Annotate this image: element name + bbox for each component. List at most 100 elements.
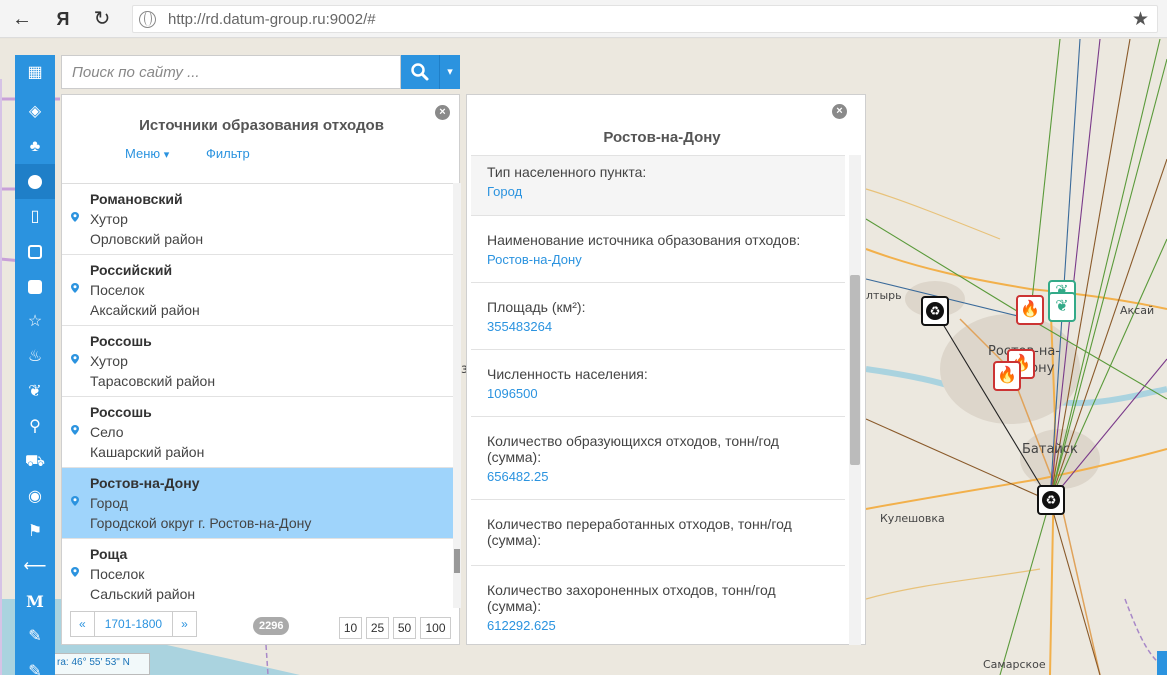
- map-pin-icon: [71, 567, 79, 577]
- search-button[interactable]: [401, 55, 439, 89]
- map-label-kuleshovka: Кулешовка: [880, 512, 945, 525]
- map-pin-icon[interactable]: ⚲: [15, 409, 55, 444]
- search-input[interactable]: Поиск по сайту ...: [61, 55, 401, 89]
- page-size-100[interactable]: 100: [420, 617, 451, 639]
- bookmark-star-icon[interactable]: ★: [1132, 8, 1149, 31]
- recycle-marker-icon[interactable]: ♻: [921, 296, 949, 326]
- back-icon[interactable]: ←: [9, 6, 35, 32]
- item-district: Аксайский район: [90, 302, 200, 318]
- item-district: Орловский район: [90, 231, 204, 247]
- field-label: Количество переработанных отходов, тонн/…: [487, 516, 792, 548]
- pagination: «1701-1800»: [70, 611, 197, 637]
- field-value: 1096500: [487, 386, 538, 401]
- edit-icon[interactable]: ✎: [15, 619, 55, 654]
- yandex-icon[interactable]: Я: [50, 6, 76, 32]
- item-name: Ростов-на-Дону: [90, 475, 200, 491]
- globe-icon: [139, 11, 156, 28]
- item-type: Село: [90, 424, 124, 440]
- detail-field: Наименование источника образования отход…: [471, 216, 845, 283]
- chevron-down-icon: ▾: [447, 66, 453, 78]
- details-panel: × Ростов-на-Дону Тип населенного пункта:…: [466, 94, 866, 645]
- page-size-50[interactable]: 50: [393, 617, 416, 639]
- square-outline-icon[interactable]: [15, 234, 55, 269]
- map-pin-icon: [71, 354, 79, 364]
- item-type: Поселок: [90, 566, 145, 582]
- trash-icon[interactable]: ▯: [15, 199, 55, 234]
- list-item[interactable]: Российский Поселок Аксайский район: [62, 255, 453, 326]
- map-pin-icon: [71, 283, 79, 293]
- panel-title: Источники образования отходов: [139, 117, 384, 134]
- sources-list: Романовский Хутор Орловский район Россий…: [62, 183, 453, 608]
- url-text: http://rd.datum-group.ru:9002/#: [168, 11, 376, 28]
- reload-icon[interactable]: ↻: [89, 6, 115, 32]
- fire-marker-icon[interactable]: 🔥: [1016, 295, 1044, 325]
- disc-icon[interactable]: ◉: [15, 479, 55, 514]
- hierarchy-icon[interactable]: ♣: [15, 129, 55, 164]
- coordinate-readout: ra: 46° 55' 53" N: [52, 653, 150, 675]
- map-pin-icon: [71, 425, 79, 435]
- list-item[interactable]: Роща Поселок Сальский район: [62, 539, 453, 608]
- page-size-10[interactable]: 10: [339, 617, 362, 639]
- map-pin-icon: [71, 212, 79, 222]
- field-label: Количество захороненных отходов, тонн/го…: [487, 582, 776, 614]
- edit-icon[interactable]: ✎: [15, 654, 55, 675]
- detail-field: Численность населения: 1096500: [471, 350, 845, 417]
- detail-field: Количество захороненных отходов, тонн/го…: [471, 566, 845, 645]
- menu-link[interactable]: Меню ▾: [125, 146, 169, 161]
- item-district: Городской округ г. Ростов-на-Дону: [90, 515, 312, 531]
- flag-icon[interactable]: ⚑: [15, 514, 55, 549]
- details-scrollbar-thumb[interactable]: [850, 275, 860, 465]
- item-name: Роща: [90, 546, 128, 562]
- map-label-chaltyr: лтырь: [866, 289, 902, 302]
- pager-range[interactable]: 1701-1800: [93, 612, 174, 636]
- total-count-badge: 2296: [253, 617, 290, 635]
- item-name: Россошь: [90, 333, 152, 349]
- field-label: Численность населения:: [487, 366, 648, 382]
- item-type: Поселок: [90, 282, 145, 298]
- field-value: 355483264: [487, 319, 553, 334]
- caret-down-icon: ▾: [163, 149, 170, 161]
- recycle-marker-icon[interactable]: ♻: [1037, 485, 1065, 515]
- map-label-bataysk: Батайск: [1022, 442, 1078, 457]
- address-bar[interactable]: http://rd.datum-group.ru:9002/# ★: [132, 5, 1158, 33]
- sources-list-panel: × Источники образования отходов Меню ▾ Ф…: [61, 94, 461, 645]
- arrow-left-icon[interactable]: ⟵: [15, 549, 55, 584]
- left-toolbar: ▦ ◈ ♣ ▯ ☆ ♨ ❦ ⚲ ⛟ ◉ ⚑ ⟵ M ✎ ✎: [15, 55, 55, 675]
- pager-next-button[interactable]: »: [173, 612, 196, 636]
- filter-link[interactable]: Фильтр: [206, 146, 250, 161]
- item-district: Сальский район: [90, 586, 196, 602]
- leaf-icon[interactable]: ❦: [15, 374, 55, 409]
- grid-menu-icon[interactable]: ▦: [15, 55, 55, 90]
- item-district: Тарасовский район: [90, 373, 216, 389]
- detail-field: Площадь (км²): 355483264: [471, 283, 845, 350]
- fire-icon[interactable]: ♨: [15, 339, 55, 374]
- list-item-selected[interactable]: Ростов-на-Дону Город Городской округ г. …: [62, 468, 453, 539]
- star-icon[interactable]: ☆: [15, 304, 55, 339]
- coordinate-lat: ra: 46° 55' 53" N: [57, 657, 130, 668]
- map-pin-icon: [71, 496, 79, 506]
- layers-icon[interactable]: ◈: [15, 94, 55, 129]
- list-item[interactable]: Россошь Хутор Тарасовский район: [62, 326, 453, 397]
- circle-icon[interactable]: [15, 164, 55, 199]
- detail-field: Количество переработанных отходов, тонн/…: [471, 500, 845, 566]
- truck-icon[interactable]: ⛟: [15, 444, 55, 479]
- map-label-samarskoe: Самарское: [983, 658, 1046, 671]
- leaf-marker-icon[interactable]: ❦: [1048, 292, 1076, 322]
- item-type: Город: [90, 495, 128, 511]
- item-type: Хутор: [90, 353, 128, 369]
- pager-prev-button[interactable]: «: [71, 612, 94, 636]
- list-item[interactable]: Россошь Село Кашарский район: [62, 397, 453, 468]
- fire-marker-icon[interactable]: 🔥: [993, 361, 1021, 391]
- list-scrollbar[interactable]: [453, 183, 461, 608]
- map-label-aksai: Аксай: [1120, 304, 1155, 317]
- close-icon[interactable]: ×: [832, 104, 847, 119]
- detail-field: Количество образующихся отходов, тонн/го…: [471, 417, 845, 500]
- page-size-25[interactable]: 25: [366, 617, 389, 639]
- m-logo-icon[interactable]: M: [15, 584, 55, 619]
- details-scrollbar[interactable]: [849, 155, 861, 645]
- search-dropdown-button[interactable]: ▾: [439, 55, 460, 89]
- search-icon: [411, 63, 429, 81]
- list-scrollbar-thumb[interactable]: [454, 549, 460, 573]
- square-filled-icon[interactable]: [15, 269, 55, 304]
- list-item[interactable]: Романовский Хутор Орловский район: [62, 184, 453, 255]
